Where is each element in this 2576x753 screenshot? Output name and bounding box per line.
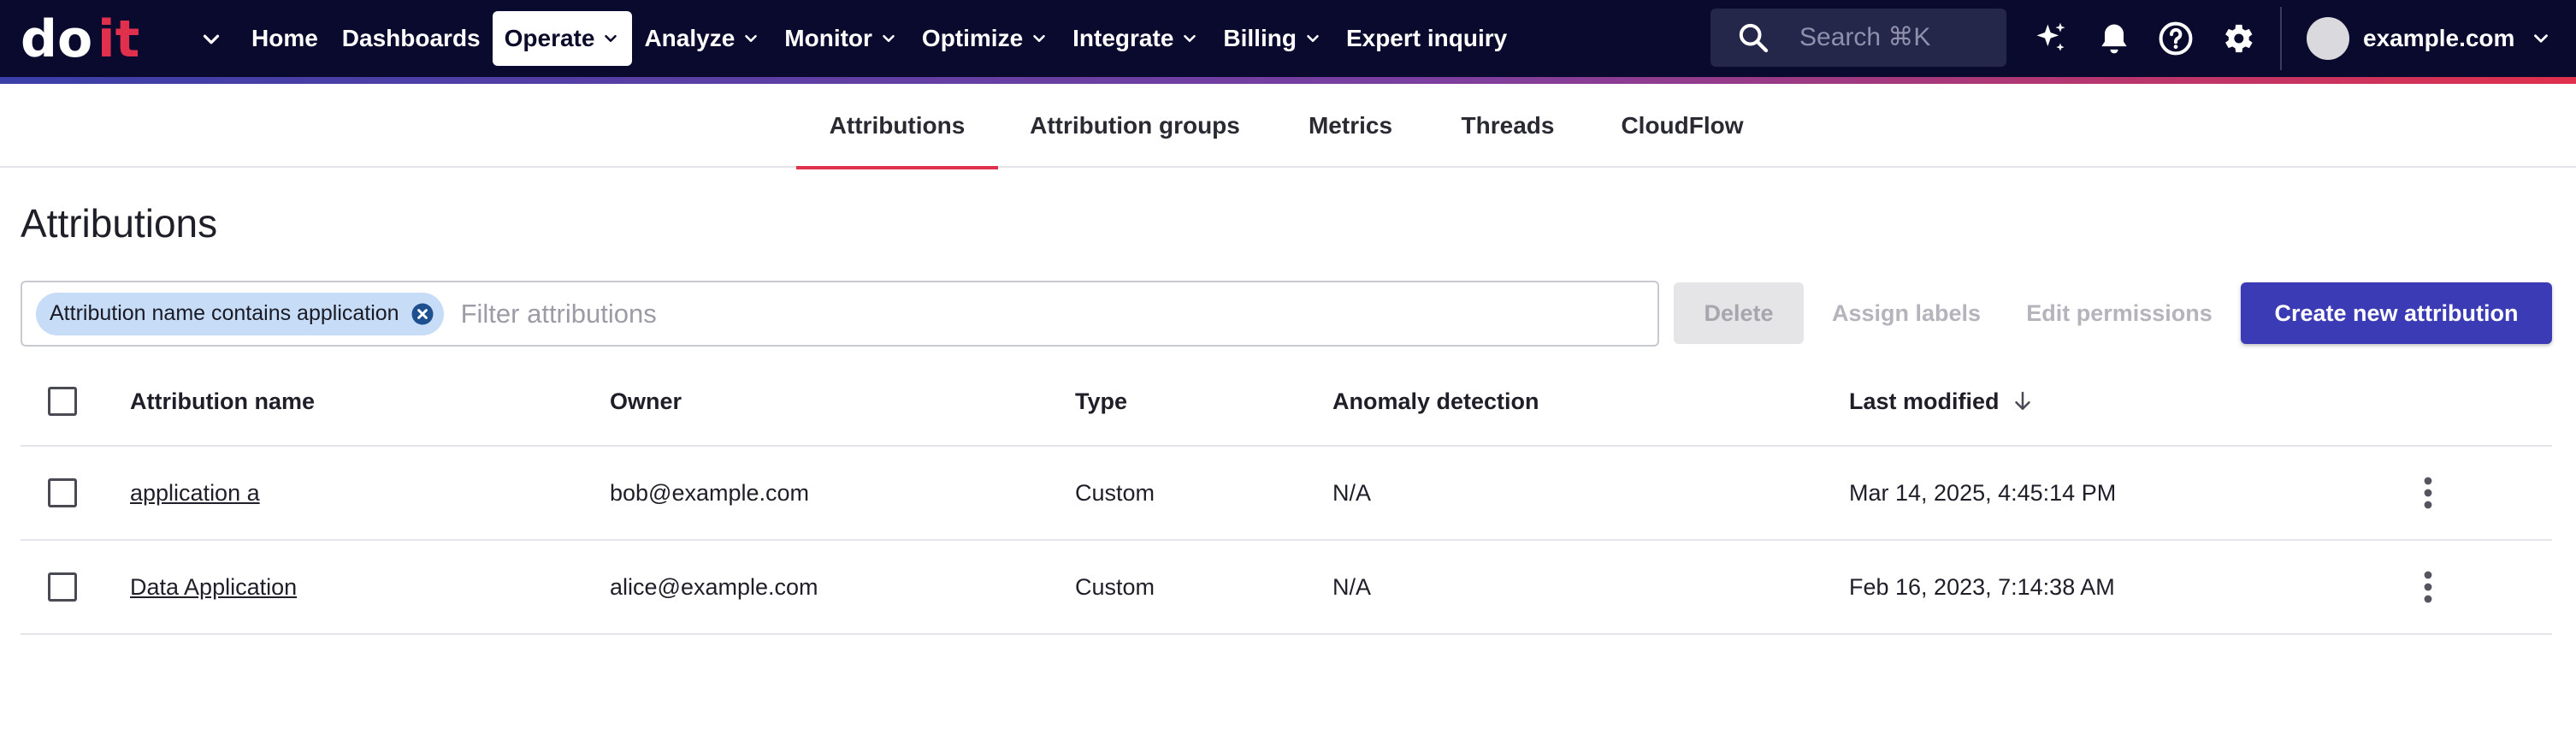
main-nav: Home Dashboards Operate Analyze Monitor …	[239, 0, 1519, 77]
nav-billing-label: Billing	[1223, 25, 1297, 51]
close-icon[interactable]	[410, 301, 435, 327]
select-all-cell	[48, 358, 77, 445]
tab-attribution-groups[interactable]: Attribution groups	[1021, 84, 1249, 168]
svg-text:it: it	[97, 12, 139, 65]
attribution-name-link[interactable]: application a	[130, 480, 260, 507]
last-modified-cell: Mar 14, 2025, 4:45:14 PM	[1849, 479, 2117, 506]
nav-optimize[interactable]: Optimize	[910, 11, 1061, 66]
nav-expert-inquiry-label: Expert inquiry	[1345, 25, 1508, 51]
chevron-down-icon	[1030, 29, 1049, 48]
global-search[interactable]	[1710, 9, 2006, 67]
assign-labels-button[interactable]: Assign labels	[1813, 282, 2000, 344]
filter-chip[interactable]: Attribution name contains application	[36, 292, 444, 335]
column-header-owner[interactable]: Owner	[610, 358, 682, 445]
chevron-down-icon	[2530, 27, 2552, 50]
doit-logo[interactable]: do it	[19, 12, 164, 65]
tab-threads-label: Threads	[1461, 112, 1555, 139]
nav-monitor-label: Monitor	[784, 25, 872, 51]
tab-cloudflow-label: CloudFlow	[1621, 112, 1744, 139]
row-checkbox[interactable]	[48, 478, 77, 507]
attributions-table: Attribution name Owner Type Anomaly dete…	[21, 358, 2552, 635]
edit-permissions-button[interactable]: Edit permissions	[2010, 282, 2229, 344]
table-row: application a bob@example.com Custom N/A…	[21, 447, 2552, 541]
page-title: Attributions	[21, 201, 218, 246]
anomaly-cell: N/A	[1332, 573, 1372, 600]
help-icon[interactable]	[2157, 20, 2195, 57]
column-header-name[interactable]: Attribution name	[130, 358, 315, 445]
nav-home-label: Home	[251, 25, 318, 51]
avatar	[2307, 17, 2349, 60]
table-header-row: Attribution name Owner Type Anomaly dete…	[21, 358, 2552, 447]
table-row: Data Application alice@example.com Custo…	[21, 541, 2552, 635]
nav-billing[interactable]: Billing	[1211, 11, 1334, 66]
filter-input[interactable]	[460, 298, 1573, 329]
filter-chip-label: Attribution name contains application	[50, 301, 399, 325]
arrow-down-icon[interactable]	[2010, 388, 2035, 414]
account-menu[interactable]: example.com	[2307, 17, 2552, 60]
nav-integrate-label: Integrate	[1072, 25, 1174, 51]
column-header-last-modified[interactable]: Last modified	[1849, 358, 2035, 445]
nav-analyze[interactable]: Analyze	[632, 11, 772, 66]
chevron-down-icon	[879, 29, 898, 48]
anomaly-cell: N/A	[1332, 479, 1372, 506]
last-modified-cell: Feb 16, 2023, 7:14:38 AM	[1849, 573, 2115, 600]
attribution-name-cell: application a	[130, 447, 260, 539]
sparkle-icon[interactable]	[2032, 20, 2070, 57]
chevron-down-icon	[601, 29, 620, 48]
nav-dashboards-label: Dashboards	[341, 25, 481, 51]
nav-integrate[interactable]: Integrate	[1061, 11, 1211, 66]
nav-operate[interactable]: Operate	[492, 11, 633, 66]
delete-button[interactable]: Delete	[1674, 282, 1804, 344]
nav-dashboards[interactable]: Dashboards	[330, 11, 493, 66]
attribution-name-link[interactable]: Data Application	[130, 574, 297, 601]
search-icon	[1739, 23, 1769, 53]
attribution-name-cell: Data Application	[130, 541, 297, 633]
top-navigation-bar: do it Home Dashboards Operate Analyze Mo…	[0, 0, 2576, 77]
bell-icon[interactable]	[2095, 20, 2133, 57]
nav-operate-label: Operate	[504, 25, 595, 51]
chevron-down-icon	[1180, 29, 1199, 48]
more-vert-icon[interactable]	[2415, 447, 2441, 539]
filter-bar[interactable]: Attribution name contains application	[21, 281, 1659, 347]
nav-analyze-label: Analyze	[644, 25, 736, 51]
nav-optimize-label: Optimize	[921, 25, 1024, 51]
column-header-type[interactable]: Type	[1075, 358, 1127, 445]
tab-attributions[interactable]: Attributions	[796, 84, 998, 169]
row-select-cell	[48, 447, 77, 539]
row-select-cell	[48, 541, 77, 633]
account-name: example.com	[2363, 25, 2515, 51]
section-tabs: Attributions Attribution groups Metrics …	[0, 84, 2576, 169]
select-all-checkbox[interactable]	[48, 387, 77, 416]
tab-metrics[interactable]: Metrics	[1290, 84, 1411, 168]
tab-metrics-label: Metrics	[1308, 112, 1393, 139]
more-vert-icon[interactable]	[2415, 541, 2441, 633]
type-cell: Custom	[1075, 479, 1155, 506]
column-header-anomaly[interactable]: Anomaly detection	[1332, 358, 1539, 445]
owner-cell: alice@example.com	[610, 573, 818, 600]
chevron-down-icon	[1303, 29, 1322, 48]
svg-text:do: do	[21, 12, 92, 65]
create-new-attribution-button[interactable]: Create new attribution	[2241, 282, 2552, 344]
row-checkbox[interactable]	[48, 572, 77, 602]
search-input[interactable]	[1799, 23, 1988, 52]
tab-attributions-label: Attributions	[829, 112, 966, 139]
tab-cloudflow[interactable]: CloudFlow	[1604, 84, 1760, 168]
nav-home[interactable]: Home	[239, 11, 330, 66]
nav-expert-inquiry[interactable]: Expert inquiry	[1334, 11, 1519, 66]
tab-threads[interactable]: Threads	[1449, 84, 1567, 168]
type-cell: Custom	[1075, 573, 1155, 600]
menu-chevron-icon[interactable]	[198, 27, 224, 52]
owner-cell: bob@example.com	[610, 479, 810, 506]
tab-attribution-groups-label: Attribution groups	[1030, 112, 1240, 139]
nav-monitor[interactable]: Monitor	[772, 11, 910, 66]
chevron-down-icon	[741, 29, 760, 48]
brand-accent-stripe	[0, 77, 2576, 84]
column-header-last-modified-label: Last modified	[1849, 388, 2000, 414]
toolbar-divider	[2280, 7, 2282, 70]
gear-icon[interactable]	[2219, 20, 2256, 57]
